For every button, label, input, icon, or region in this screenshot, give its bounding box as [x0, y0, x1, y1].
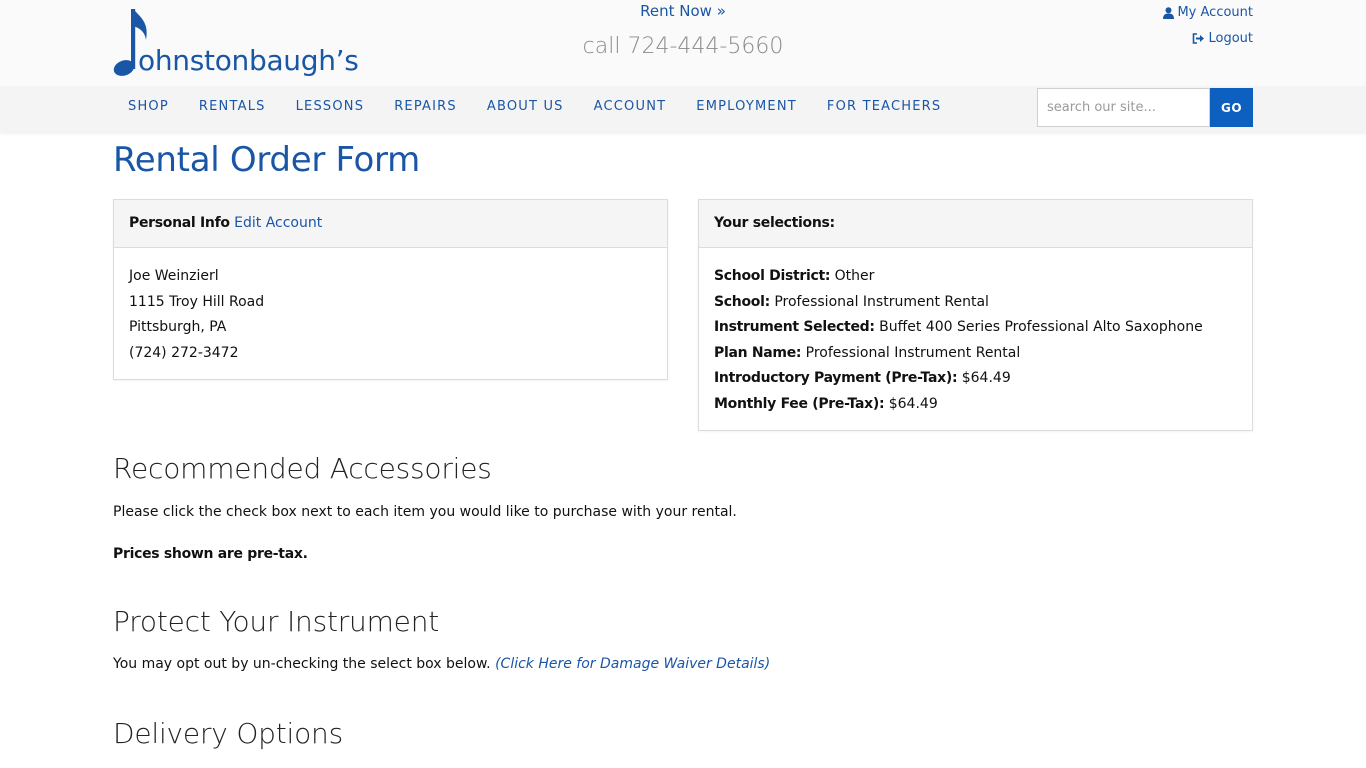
- nav-item-about-us[interactable]: ABOUT US: [472, 86, 579, 132]
- customer-name: Joe Weinzierl: [129, 268, 219, 284]
- selection-label: Plan Name:: [714, 344, 802, 361]
- user-icon: [1163, 6, 1175, 19]
- selection-value: $64.49: [888, 395, 938, 412]
- selections-body: School District: Other School: Professio…: [699, 248, 1252, 418]
- protect-text: You may opt out by un-checking the selec…: [113, 656, 491, 672]
- logout-link[interactable]: Logout: [1192, 31, 1253, 46]
- main-nav: SHOP RENTALS LESSONS REPAIRS ABOUT US AC…: [113, 86, 956, 132]
- nav-item-lessons[interactable]: LESSONS: [281, 86, 380, 132]
- selection-row: School: Professional Instrument Rental: [714, 290, 1237, 316]
- my-account-label: My Account: [1177, 5, 1253, 20]
- selection-label: School District:: [714, 268, 831, 284]
- selection-row: Instrument Selected: Buffet 400 Series P…: [714, 315, 1237, 341]
- search-input[interactable]: [1037, 88, 1210, 127]
- nav-item-account[interactable]: ACCOUNT: [579, 86, 682, 132]
- damage-waiver-link[interactable]: (Click Here for Damage Waiver Details): [495, 656, 770, 672]
- phone-number: call 724-444-5660: [582, 34, 784, 59]
- selection-value: Professional Instrument Rental: [805, 344, 1021, 361]
- personal-info-heading: Personal Info: [129, 215, 230, 231]
- logo[interactable]: ohnstonbaugh’s: [112, 6, 382, 80]
- my-account-link[interactable]: My Account: [1163, 5, 1253, 20]
- selections-heading: Your selections:: [714, 215, 835, 231]
- pre-tax-note: Prices shown are pre-tax.: [113, 546, 308, 562]
- selection-value: Buffet 400 Series Professional Alto Saxo…: [879, 319, 1203, 336]
- nav-item-repairs[interactable]: REPAIRS: [379, 86, 472, 132]
- selection-label: Monthly Fee (Pre-Tax):: [714, 395, 885, 412]
- selection-value: Other: [834, 268, 875, 284]
- selection-value: $64.49: [961, 370, 1011, 387]
- selection-row: Monthly Fee (Pre-Tax): $64.49: [714, 392, 1237, 418]
- protect-heading: Protect Your Instrument: [113, 605, 440, 638]
- selection-row: School District: Other: [714, 264, 1237, 290]
- selection-row: Plan Name: Professional Instrument Renta…: [714, 341, 1237, 367]
- selection-label: Introductory Payment (Pre-Tax):: [714, 370, 958, 387]
- personal-info-header: Personal Info Edit Account: [114, 200, 667, 248]
- customer-city: Pittsburgh, PA: [129, 319, 227, 336]
- nav-item-rentals[interactable]: RENTALS: [184, 86, 281, 132]
- selections-header: Your selections:: [699, 200, 1252, 248]
- nav-item-shop[interactable]: SHOP: [113, 86, 184, 132]
- page-title: Rental Order Form: [113, 140, 420, 180]
- protect-text-line: You may opt out by un-checking the selec…: [113, 656, 770, 672]
- edit-account-link[interactable]: Edit Account: [234, 215, 322, 231]
- selection-label: Instrument Selected:: [714, 319, 875, 336]
- header: ohnstonbaugh’s Rent Now » call 724-444-5…: [0, 0, 1366, 86]
- rent-now-link[interactable]: Rent Now »: [600, 2, 766, 20]
- delivery-heading: Delivery Options: [113, 717, 343, 750]
- customer-phone: (724) 272-3472: [129, 344, 239, 361]
- sign-out-icon: [1193, 33, 1205, 44]
- accessories-heading: Recommended Accessories: [113, 452, 492, 485]
- selection-label: School:: [714, 293, 770, 310]
- customer-address: 1115 Troy Hill Road: [129, 293, 265, 310]
- nav-item-for-teachers[interactable]: FOR TEACHERS: [812, 86, 956, 132]
- logout-label: Logout: [1208, 31, 1253, 46]
- search-go-button[interactable]: GO: [1210, 88, 1253, 127]
- selection-row: Introductory Payment (Pre-Tax): $64.49: [714, 366, 1237, 392]
- nav-item-employment[interactable]: EMPLOYMENT: [681, 86, 812, 132]
- personal-info-body: Joe Weinzierl 1115 Troy Hill Road Pittsb…: [114, 248, 667, 366]
- selection-value: Professional Instrument Rental: [774, 293, 989, 310]
- logo-text: ohnstonbaugh’s: [138, 44, 359, 77]
- accessories-instruction: Please click the check box next to each …: [113, 504, 737, 520]
- selections-panel: Your selections: School District: Other …: [698, 199, 1253, 431]
- personal-info-panel: Personal Info Edit Account Joe Weinzierl…: [113, 199, 668, 380]
